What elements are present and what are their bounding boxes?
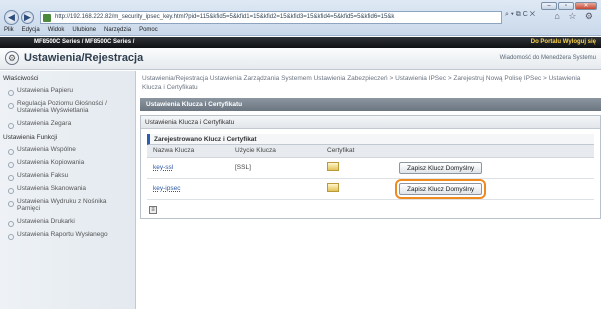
menu-help[interactable]: Pomoc xyxy=(139,25,158,36)
main-content: Ustawienia/Rejestracja Ustawienia Zarząd… xyxy=(140,73,601,309)
key-usage-cell xyxy=(229,178,321,200)
back-button[interactable]: ◀ xyxy=(4,10,19,25)
menu-view[interactable]: Widok xyxy=(48,25,65,36)
set-default-key-button[interactable]: Zapisz Klucz Domyślny xyxy=(394,178,487,199)
key-name-cell[interactable]: key-ssl xyxy=(147,157,229,179)
sidebar-item-common[interactable]: Ustawienia Wspólne xyxy=(0,143,135,156)
minimize-button[interactable]: – xyxy=(541,2,557,10)
sidebar-item-memory-print[interactable]: Ustawienia Wydruku z Nośnika Pamięci xyxy=(0,195,135,215)
sidebar-item-scan[interactable]: Ustawienia Skanowania xyxy=(0,182,135,195)
address-bar-tools[interactable]: ⌕ ▾ ⧉ C ✕ xyxy=(505,11,535,19)
portal-logout-links[interactable]: Do Portalu Wyloguj się xyxy=(531,37,596,48)
forward-arrow-icon: ▶ xyxy=(24,12,31,22)
table-header-row: Nazwa Klucza Użycie Klucza Certyfikat xyxy=(147,145,594,158)
device-model: MF8500C Series / MF8500C Series / xyxy=(34,39,135,45)
panel-header: Ustawienia Klucza i Certyfikatu xyxy=(141,116,600,129)
browser-chrome: – ▫ ✕ ◀ ▶ http://192.168.222.82/m_securi… xyxy=(0,0,601,36)
col-key-name: Nazwa Klucza xyxy=(147,145,229,158)
window-controls: – ▫ ✕ xyxy=(541,2,597,10)
certificate-cell xyxy=(321,178,393,200)
menu-bar: Plik Edycja Widok Ulubione Narzędzia Pom… xyxy=(0,25,601,36)
manager-message-link[interactable]: Wiadomość do Menedżera Systemu xyxy=(500,55,596,61)
sidebar-item-clock[interactable]: Ustawienia Zegara xyxy=(0,117,135,130)
key-name-link[interactable]: key-ipsec xyxy=(153,185,180,192)
sidebar: Właściwości Ustawienia Papieru Regulacja… xyxy=(0,71,136,309)
page-titlebar: ⚙ Ustawienia/Rejestracja Wiadomość do Me… xyxy=(0,48,601,70)
forward-button[interactable]: ▶ xyxy=(21,11,34,24)
sidebar-item-printer[interactable]: Ustawienia Drukarki xyxy=(0,215,135,228)
address-text: http://192.168.222.82/m_security_ipsec_k… xyxy=(55,14,395,20)
set-default-key-button[interactable]: Zapisz Klucz Domyślny xyxy=(399,161,483,174)
key-name-cell[interactable]: key-ipsec xyxy=(147,178,229,200)
key-settings-panel: Ustawienia Klucza i Certyfikatu Zarejest… xyxy=(140,115,601,219)
page-title: Ustawienia/Rejestracja xyxy=(24,52,144,64)
certificate-icon[interactable] xyxy=(327,162,339,171)
sidebar-item-paper[interactable]: Ustawienia Papieru xyxy=(0,84,135,97)
close-window-button[interactable]: ✕ xyxy=(575,2,597,10)
sidebar-item-report[interactable]: Ustawienia Raportu Wysłanego xyxy=(0,228,135,241)
sidebar-heading-properties: Właściwości xyxy=(3,75,39,82)
action-cell: Zapisz Klucz Domyślny xyxy=(393,157,594,179)
back-arrow-icon: ◀ xyxy=(8,12,15,22)
registered-keys-block: Zarejestrowano Klucz i Certyfikat Nazwa … xyxy=(147,134,594,214)
col-actions xyxy=(393,145,594,158)
app-header: MF8500C Series / MF8500C Series / Do Por… xyxy=(0,37,601,48)
section-header: Ustawienia Klucza i Certyfikatu xyxy=(140,98,601,111)
maximize-button[interactable]: ▫ xyxy=(558,2,574,10)
sidebar-heading-functions: Ustawienia Funkcji xyxy=(3,134,58,141)
col-key-usage: Użycie Klucza xyxy=(229,145,321,158)
address-bar[interactable]: http://192.168.222.82/m_security_ipsec_k… xyxy=(40,11,502,24)
menu-file[interactable]: Plik xyxy=(4,25,14,36)
sidebar-item-volume-display[interactable]: Regulacja Poziomu Głośności / Ustawienia… xyxy=(0,97,135,117)
menu-edit[interactable]: Edycja xyxy=(22,25,40,36)
settings-icon: ⚙ xyxy=(5,51,19,65)
sidebar-item-fax[interactable]: Ustawienia Faksu xyxy=(0,169,135,182)
menu-favorites[interactable]: Ulubione xyxy=(72,25,96,36)
sidebar-item-copy[interactable]: Ustawienia Kopiowania xyxy=(0,156,135,169)
site-icon xyxy=(43,14,51,22)
key-usage-cell: [SSL] xyxy=(229,157,321,179)
registered-keys-heading: Zarejestrowano Klucz i Certyfikat xyxy=(147,134,594,145)
menu-tools[interactable]: Narzędzia xyxy=(104,25,131,36)
keys-table: Nazwa Klucza Użycie Klucza Certyfikat ke… xyxy=(147,145,594,200)
key-name-link[interactable]: key-ssl xyxy=(153,164,173,171)
col-certificate: Certyfikat xyxy=(321,145,393,158)
certificate-cell xyxy=(321,157,393,179)
table-row: key-ssl [SSL] Zapisz Klucz Domyślny xyxy=(147,157,594,179)
scroll-top-icon[interactable]: ≡ xyxy=(149,205,157,214)
breadcrumb: Ustawienia/Rejestracja Ustawienia Zarząd… xyxy=(142,75,581,91)
browser-toolbar-icons[interactable]: ⌂ ☆ ⚙ xyxy=(554,11,596,22)
table-row: key-ipsec Zapisz Klucz Domyślny xyxy=(147,178,594,200)
action-cell: Zapisz Klucz Domyślny xyxy=(393,178,594,200)
certificate-icon[interactable] xyxy=(327,183,339,192)
